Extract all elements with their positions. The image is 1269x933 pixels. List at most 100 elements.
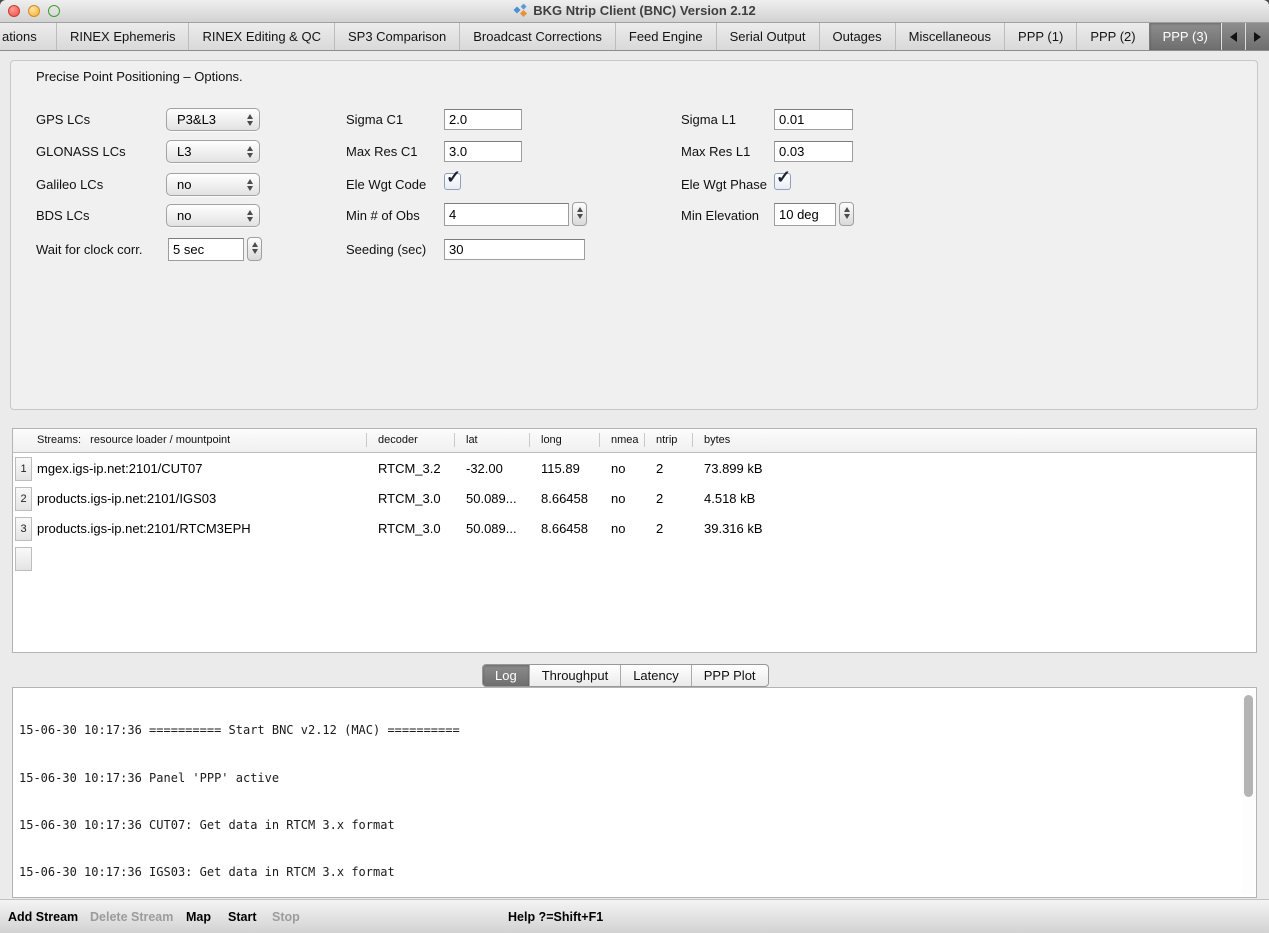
glonass-lcs-dropdown[interactable]: L3 xyxy=(166,140,260,163)
ele-wgt-phase-checkbox[interactable]: ✓ xyxy=(774,173,791,190)
tab-ppp-3[interactable]: PPP (3) xyxy=(1149,23,1221,50)
max-res-c1-input[interactable] xyxy=(444,141,522,162)
updown-arrows-icon xyxy=(247,114,253,126)
max-res-c1-label: Max Res C1 xyxy=(346,140,418,163)
sigma-l1-input[interactable] xyxy=(774,109,853,130)
tab-outages[interactable]: Outages xyxy=(819,23,895,50)
updown-arrows-icon xyxy=(252,242,258,254)
cell-decoder: RTCM_3.0 xyxy=(378,514,441,544)
min-elevation-label: Min Elevation xyxy=(681,204,759,227)
header-separator xyxy=(366,433,367,447)
map-button[interactable]: Map xyxy=(186,900,211,933)
header-separator xyxy=(454,433,455,447)
header-long: long xyxy=(541,429,562,451)
wait-clock-input[interactable] xyxy=(168,238,244,261)
header-separator xyxy=(644,433,645,447)
cell-long: 8.66458 xyxy=(541,484,588,514)
ele-wgt-code-label: Ele Wgt Code xyxy=(346,173,426,196)
cell-long: 115.89 xyxy=(541,454,580,484)
tab-rinex-editing-qc[interactable]: RINEX Editing & QC xyxy=(188,23,334,50)
tab-ppp-2[interactable]: PPP (2) xyxy=(1076,23,1148,50)
tab-ppp-1[interactable]: PPP (1) xyxy=(1004,23,1076,50)
wait-clock-spinner[interactable] xyxy=(247,237,262,261)
streams-table: Streams: resource loader / mountpoint de… xyxy=(12,428,1257,653)
window-title: BKG Ntrip Client (BNC) Version 2.12 xyxy=(0,0,1269,22)
cell-bytes: 39.316 kB xyxy=(704,514,763,544)
header-nmea: nmea xyxy=(611,429,639,451)
delete-stream-button: Delete Stream xyxy=(90,900,173,933)
ele-wgt-code-checkbox[interactable]: ✓ xyxy=(444,173,461,190)
tab-sp3-comparison[interactable]: SP3 Comparison xyxy=(334,23,459,50)
cell-bytes: 73.899 kB xyxy=(704,454,763,484)
row-number[interactable]: 3 xyxy=(15,517,32,541)
cell-lat: 50.089... xyxy=(466,514,517,544)
cell-ntrip: 2 xyxy=(656,454,663,484)
glonass-lcs-label: GLONASS LCs xyxy=(36,140,126,163)
cell-decoder: RTCM_3.0 xyxy=(378,484,441,514)
min-elevation-input[interactable] xyxy=(774,203,836,226)
header-separator xyxy=(599,433,600,447)
log-scrollbar-thumb[interactable] xyxy=(1244,695,1253,797)
header-bytes: bytes xyxy=(704,429,730,451)
chevron-right-icon xyxy=(1254,32,1261,42)
tab-feed-engine[interactable]: Feed Engine xyxy=(615,23,716,50)
cell-mountpoint: products.igs-ip.net:2101/IGS03 xyxy=(37,484,216,514)
sigma-c1-label: Sigma C1 xyxy=(346,108,403,131)
log-text: 15-06-30 10:17:36 ========== Start BNC v… xyxy=(19,692,1238,898)
status-bar: Add Stream Delete Stream Map Start Stop … xyxy=(0,899,1269,933)
gps-lcs-dropdown[interactable]: P3&L3 xyxy=(166,108,260,131)
header-decoder: decoder xyxy=(378,429,418,451)
tab-broadcast-corrections[interactable]: Broadcast Corrections xyxy=(459,23,615,50)
tab-miscellaneous[interactable]: Miscellaneous xyxy=(895,23,1004,50)
cell-mountpoint: mgex.igs-ip.net:2101/CUT07 xyxy=(37,454,202,484)
bds-lcs-dropdown[interactable]: no xyxy=(166,204,260,227)
tab-log[interactable]: Log xyxy=(483,665,529,686)
min-obs-label: Min # of Obs xyxy=(346,204,420,227)
panel-title: Precise Point Positioning – Options. xyxy=(36,69,243,84)
row-number[interactable]: 2 xyxy=(15,487,32,511)
start-button[interactable]: Start xyxy=(228,900,256,933)
gps-lcs-label: GPS LCs xyxy=(36,108,90,131)
glonass-lcs-value: L3 xyxy=(177,141,191,162)
table-row[interactable]: 3 products.igs-ip.net:2101/RTCM3EPH RTCM… xyxy=(13,514,1256,544)
log-scrollbar[interactable] xyxy=(1242,690,1255,895)
tab-ppp-plot[interactable]: PPP Plot xyxy=(691,665,768,686)
seeding-input[interactable] xyxy=(444,239,585,260)
updown-arrows-icon xyxy=(577,207,583,219)
min-obs-spinner[interactable] xyxy=(572,202,587,226)
updown-arrows-icon xyxy=(247,179,253,191)
log-output[interactable]: 15-06-30 10:17:36 ========== Start BNC v… xyxy=(12,687,1257,898)
tab-scroll-left-button[interactable] xyxy=(1222,23,1245,50)
add-stream-button[interactable]: Add Stream xyxy=(8,900,78,933)
header-lat: lat xyxy=(466,429,478,451)
tab-scroll-right-button[interactable] xyxy=(1245,23,1269,50)
min-obs-input[interactable] xyxy=(444,203,569,226)
sigma-c1-input[interactable] xyxy=(444,109,522,130)
bnc-window: BKG Ntrip Client (BNC) Version 2.12 atio… xyxy=(0,0,1269,933)
cell-lat: 50.089... xyxy=(466,484,517,514)
table-row[interactable]: 2 products.igs-ip.net:2101/IGS03 RTCM_3.… xyxy=(13,484,1256,514)
tab-latency[interactable]: Latency xyxy=(620,665,691,686)
cell-long: 8.66458 xyxy=(541,514,588,544)
tab-throughput[interactable]: Throughput xyxy=(529,665,621,686)
title-bar: BKG Ntrip Client (BNC) Version 2.12 xyxy=(0,0,1269,23)
min-elevation-spinner[interactable] xyxy=(839,202,854,226)
wait-clock-label: Wait for clock corr. xyxy=(36,238,142,261)
cell-ntrip: 2 xyxy=(656,484,663,514)
header-separator xyxy=(529,433,530,447)
cell-nmea: no xyxy=(611,454,625,484)
tab-serial-output[interactable]: Serial Output xyxy=(716,23,819,50)
tab-rinex-ephemeris[interactable]: RINEX Ephemeris xyxy=(56,23,188,50)
table-row[interactable]: 1 mgex.igs-ip.net:2101/CUT07 RTCM_3.2 -3… xyxy=(13,454,1256,484)
bds-lcs-value: no xyxy=(177,205,191,226)
tab-observations-truncated[interactable]: ations xyxy=(0,23,56,50)
galileo-lcs-label: Galileo LCs xyxy=(36,173,103,196)
cell-bytes: 4.518 kB xyxy=(704,484,755,514)
galileo-lcs-dropdown[interactable]: no xyxy=(166,173,260,196)
max-res-l1-input[interactable] xyxy=(774,141,853,162)
cell-nmea: no xyxy=(611,514,625,544)
galileo-lcs-value: no xyxy=(177,174,191,195)
tab-scrollers xyxy=(1222,23,1269,50)
row-number[interactable]: 1 xyxy=(15,457,32,481)
bds-lcs-label: BDS LCs xyxy=(36,204,89,227)
